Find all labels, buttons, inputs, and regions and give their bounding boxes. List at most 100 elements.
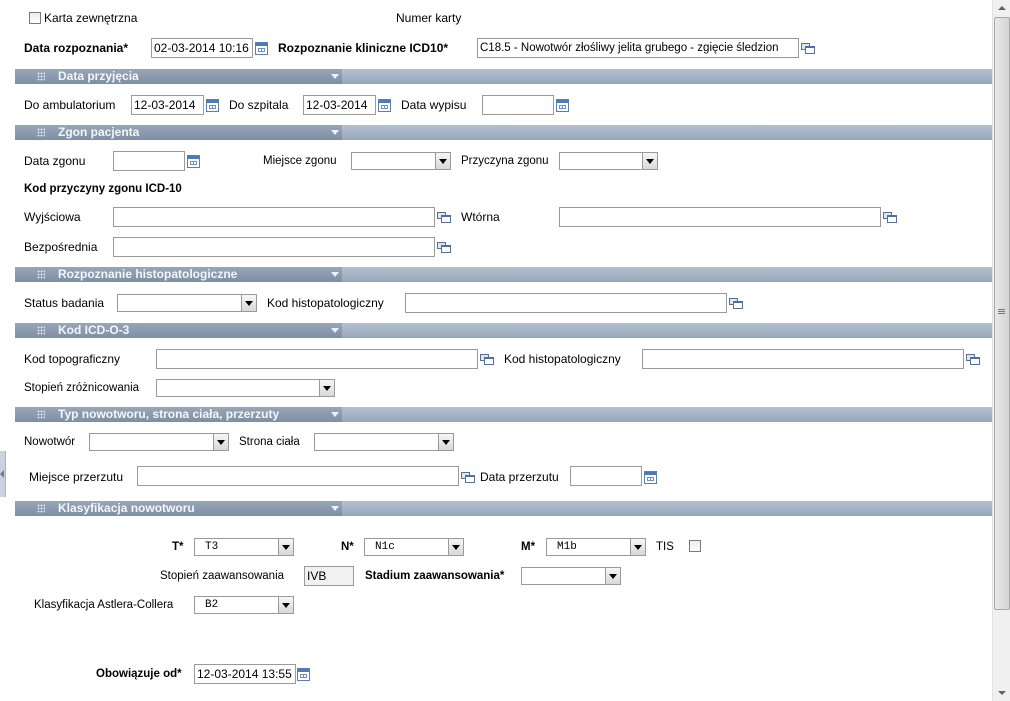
topo-code-input[interactable] xyxy=(156,349,478,369)
calendar-icon[interactable] xyxy=(206,99,219,112)
tis-label: TIS xyxy=(656,541,674,553)
stage-label: Stopień zaawansowania xyxy=(160,570,285,582)
section-title: Data przyjęcia xyxy=(58,69,139,83)
n-select[interactable]: N1c xyxy=(364,538,464,556)
hospital-date-input[interactable] xyxy=(303,95,376,115)
outpatient-label: Do ambulatorium xyxy=(24,98,116,112)
calendar-icon[interactable] xyxy=(255,42,268,55)
picker-icon[interactable] xyxy=(461,472,475,483)
chevron-down-icon[interactable] xyxy=(435,153,450,169)
astler-label: Klasyfikacja Astlera-Collera xyxy=(34,599,174,611)
icdo3-histo-input[interactable] xyxy=(642,349,964,369)
exam-status-label: Status badania xyxy=(24,296,105,310)
chevron-down-icon[interactable] xyxy=(213,434,228,450)
chevron-down-icon[interactable] xyxy=(278,539,293,555)
chevron-down-icon[interactable] xyxy=(331,506,339,511)
discharge-date-input[interactable] xyxy=(482,95,554,115)
chevron-down-icon[interactable] xyxy=(331,74,339,79)
direct-cause-input[interactable] xyxy=(113,237,435,257)
chevron-down-icon[interactable] xyxy=(278,597,293,613)
tis-checkbox[interactable] xyxy=(689,540,701,552)
external-card-label: Karta zewnętrzna xyxy=(44,11,138,25)
section-classification[interactable]: Klasyfikacja nowotworu xyxy=(15,501,992,516)
stadium-select[interactable] xyxy=(521,567,621,585)
chevron-down-icon[interactable] xyxy=(241,295,256,311)
body-side-label: Strona ciała xyxy=(239,436,300,448)
grade-select[interactable] xyxy=(156,379,335,397)
chevron-down-icon[interactable] xyxy=(438,434,453,450)
picker-icon[interactable] xyxy=(883,212,897,223)
tumor-select[interactable] xyxy=(89,433,229,451)
picker-icon[interactable] xyxy=(729,298,743,309)
section-title: Klasyfikacja nowotworu xyxy=(58,501,195,515)
initial-cause-input[interactable] xyxy=(113,207,435,227)
grade-label: Stopień zróżnicowania xyxy=(24,382,140,394)
chevron-down-icon[interactable] xyxy=(448,539,463,555)
section-admission[interactable]: Data przyjęcia xyxy=(15,69,992,84)
section-histopathology[interactable]: Rozpoznanie histopatologiczne xyxy=(15,267,992,282)
calendar-icon[interactable] xyxy=(378,99,391,112)
picker-icon[interactable] xyxy=(966,354,980,365)
tumor-label: Nowotwór xyxy=(24,436,76,448)
chevron-down-icon[interactable] xyxy=(331,328,339,333)
secondary-cause-input[interactable] xyxy=(559,207,881,227)
death-place-select[interactable] xyxy=(351,152,451,170)
chevron-down-icon[interactable] xyxy=(605,568,620,584)
metastasis-date-input[interactable] xyxy=(570,466,642,486)
death-cause-select[interactable] xyxy=(559,152,658,170)
discharge-label: Data wypisu xyxy=(401,98,467,112)
metastasis-place-input[interactable] xyxy=(137,466,459,486)
picker-icon[interactable] xyxy=(480,354,494,365)
valid-from-label: Obowiązuje od* xyxy=(96,668,182,680)
topo-code-label: Kod topograficzny xyxy=(24,352,121,366)
stadium-label: Stadium zaawansowania* xyxy=(365,570,505,582)
section-tumor-type[interactable]: Typ nowotworu, strona ciała, przerzuty xyxy=(15,407,992,422)
chevron-down-icon[interactable] xyxy=(331,412,339,417)
calendar-icon[interactable] xyxy=(556,99,569,112)
scroll-up-icon[interactable] xyxy=(993,0,1010,17)
calendar-icon[interactable] xyxy=(297,668,310,681)
diagnosis-date-input[interactable] xyxy=(151,38,253,58)
chevron-down-icon[interactable] xyxy=(331,272,339,277)
icd10-label: Rozpoznanie kliniczne ICD10* xyxy=(278,41,449,55)
section-icdo3[interactable]: Kod ICD-O-3 xyxy=(15,323,992,338)
section-title: Kod ICD-O-3 xyxy=(58,323,130,337)
calendar-icon[interactable] xyxy=(644,471,657,484)
vertical-scrollbar[interactable] xyxy=(992,0,1010,701)
m-select[interactable]: M1b xyxy=(546,538,646,556)
stage-input[interactable] xyxy=(304,566,354,586)
picker-icon[interactable] xyxy=(437,212,451,223)
chevron-down-icon[interactable] xyxy=(331,130,339,135)
direct-cause-label: Bezpośrednia xyxy=(24,240,98,254)
n-label: N* xyxy=(341,541,354,553)
histo-code-input[interactable] xyxy=(405,293,727,313)
outpatient-date-input[interactable] xyxy=(131,95,204,115)
scrollbar-thumb[interactable] xyxy=(994,17,1010,610)
metastasis-date-label: Data przerzutu xyxy=(480,470,559,484)
t-select[interactable]: T3 xyxy=(194,538,294,556)
chevron-down-icon[interactable] xyxy=(642,153,657,169)
icdo3-histo-label: Kod histopatologiczny xyxy=(504,352,621,366)
chevron-down-icon[interactable] xyxy=(319,380,334,396)
histo-code-label: Kod histopatologiczny xyxy=(267,296,384,310)
exam-status-select[interactable] xyxy=(117,294,257,312)
calendar-icon[interactable] xyxy=(187,155,200,168)
body-side-select[interactable] xyxy=(314,433,454,451)
death-cause-label: Przyczyna zgonu xyxy=(461,155,549,167)
death-place-label: Miejsce zgonu xyxy=(263,155,337,167)
icd10-input[interactable] xyxy=(477,38,799,58)
picker-icon[interactable] xyxy=(437,242,451,253)
astler-select[interactable]: B2 xyxy=(194,596,294,614)
metastasis-place-label: Miejsce przerzutu xyxy=(29,470,124,484)
initial-cause-label: Wyjściowa xyxy=(24,210,81,224)
external-card-checkbox[interactable] xyxy=(29,12,41,24)
chevron-down-icon[interactable] xyxy=(630,539,645,555)
valid-from-input[interactable] xyxy=(194,664,296,684)
section-death[interactable]: Zgon pacjenta xyxy=(15,125,992,140)
side-panel-toggle[interactable] xyxy=(0,451,6,497)
t-label: T* xyxy=(172,541,184,553)
death-date-input[interactable] xyxy=(113,151,185,171)
scroll-down-icon[interactable] xyxy=(993,684,1010,701)
death-icd-heading: Kod przyczyny zgonu ICD-10 xyxy=(24,183,182,195)
picker-icon[interactable] xyxy=(801,43,815,54)
